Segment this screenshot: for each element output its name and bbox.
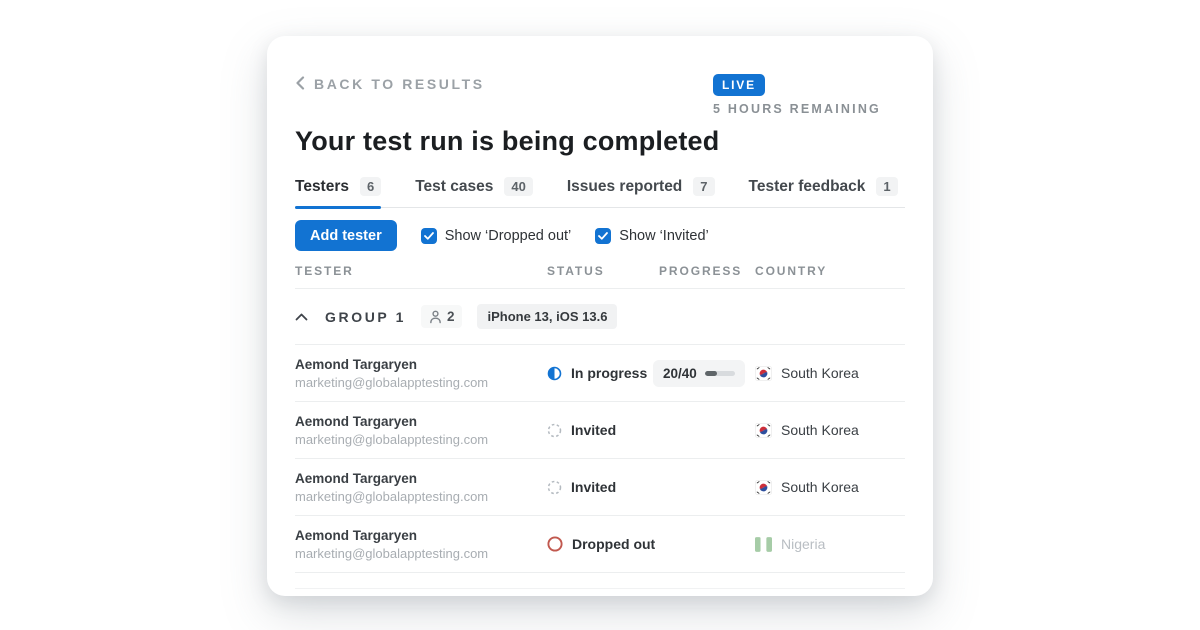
column-header-progress: PROGRESS (659, 264, 755, 278)
checkbox-checked-icon[interactable] (421, 228, 437, 244)
tab-label: Testers (295, 178, 349, 196)
in-progress-icon (547, 366, 562, 381)
status-label: Invited (571, 422, 616, 438)
table-row[interactable]: Aemond Targaryen marketing@globalapptest… (295, 516, 905, 573)
country-label: South Korea (781, 479, 859, 495)
progress-cell: 20/40 (659, 360, 755, 387)
country-cell: South Korea (755, 365, 905, 381)
tab-count-badge: 7 (693, 177, 714, 196)
country-cell: South Korea (755, 479, 905, 495)
tester-name: Aemond Targaryen (295, 471, 547, 486)
checkbox-label: Show ‘Dropped out’ (445, 228, 572, 244)
south-korea-flag-icon (755, 366, 772, 381)
filter-checkbox[interactable]: Show ‘Dropped out’ (421, 228, 572, 244)
tester-cell: Aemond Targaryen marketing@globalapptest… (295, 414, 547, 447)
filter-checkbox[interactable]: Show ‘Invited’ (595, 228, 708, 244)
status-label: In progress (571, 365, 647, 381)
tab-bar: Testers 6 Test cases 40 Issues reported … (295, 171, 905, 208)
live-badge: LIVE (713, 74, 765, 96)
tester-email: marketing@globalapptesting.com (295, 489, 547, 504)
live-status-block: LIVE 5 HOURS REMAINING (713, 74, 881, 116)
chevron-up-icon[interactable] (295, 313, 308, 321)
tester-cell: Aemond Targaryen marketing@globalapptest… (295, 471, 547, 504)
add-tester-button[interactable]: Add tester (295, 220, 397, 251)
tester-cell: Aemond Targaryen marketing@globalapptest… (295, 528, 547, 561)
progress-bar (705, 371, 735, 376)
nigeria-flag-icon (755, 537, 772, 552)
tab-count-badge: 1 (876, 177, 897, 196)
page-title: Your test run is being completed (295, 126, 905, 157)
country-label: South Korea (781, 365, 859, 381)
test-run-card: BACK TO RESULTS LIVE 5 HOURS REMAINING Y… (267, 36, 933, 596)
invited-icon (547, 423, 562, 438)
table-row[interactable]: Aemond Targaryen marketing@globalapptest… (295, 402, 905, 459)
card-header: BACK TO RESULTS LIVE 5 HOURS REMAINING (295, 72, 905, 96)
tester-email: marketing@globalapptesting.com (295, 432, 547, 447)
column-header-status: STATUS (547, 264, 659, 278)
tab-label: Tester feedback (749, 178, 866, 196)
tester-name: Aemond Targaryen (295, 414, 547, 429)
tab-label: Test cases (415, 178, 493, 196)
progress-value: 20/40 (663, 366, 697, 381)
progress-indicator: 20/40 (653, 360, 745, 387)
country-cell: South Korea (755, 422, 905, 438)
status-label: Invited (571, 479, 616, 495)
checkbox-label: Show ‘Invited’ (619, 228, 708, 244)
back-chevron-icon (295, 76, 305, 93)
status-cell: Dropped out (547, 536, 659, 552)
tab-count-badge: 6 (360, 177, 381, 196)
status-cell: Invited (547, 479, 659, 495)
table-row[interactable]: Aemond Targaryen marketing@globalapptest… (295, 345, 905, 402)
country-cell: Nigeria (755, 536, 905, 552)
column-header-tester: TESTER (295, 264, 547, 278)
group-header-row[interactable]: GROUP 1 2 iPhone 13, iOS 13.6 (295, 289, 905, 345)
country-label: Nigeria (781, 536, 825, 552)
tab-testers[interactable]: Testers 6 (295, 171, 381, 207)
invited-icon (547, 480, 562, 495)
checkbox-checked-icon[interactable] (595, 228, 611, 244)
status-cell: In progress (547, 365, 659, 381)
group-label: GROUP 1 (325, 309, 406, 325)
column-header-country: COUNTRY (755, 264, 905, 278)
time-remaining-label: 5 HOURS REMAINING (713, 102, 881, 116)
tab-label: Issues reported (567, 178, 682, 196)
dropped-out-icon (547, 536, 563, 552)
tab-tester-feedback[interactable]: Tester feedback 1 (749, 171, 898, 207)
tab-count-badge: 40 (504, 177, 532, 196)
tester-email: marketing@globalapptesting.com (295, 546, 547, 561)
group-count-value: 2 (447, 309, 455, 324)
status-label: Dropped out (572, 536, 655, 552)
partial-next-row (295, 573, 905, 589)
status-cell: Invited (547, 422, 659, 438)
south-korea-flag-icon (755, 423, 772, 438)
person-icon (429, 310, 442, 324)
back-to-results-link[interactable]: BACK TO RESULTS (295, 76, 485, 93)
device-pill: iPhone 13, iOS 13.6 (477, 304, 617, 329)
south-korea-flag-icon (755, 480, 772, 495)
tab-issues-reported[interactable]: Issues reported 7 (567, 171, 715, 207)
tester-email: marketing@globalapptesting.com (295, 375, 547, 390)
back-link-label: BACK TO RESULTS (314, 76, 485, 92)
table-column-headers: TESTER STATUS PROGRESS COUNTRY (295, 264, 905, 289)
tester-name: Aemond Targaryen (295, 528, 547, 543)
table-row[interactable]: Aemond Targaryen marketing@globalapptest… (295, 459, 905, 516)
tab-test-cases[interactable]: Test cases 40 (415, 171, 533, 207)
country-label: South Korea (781, 422, 859, 438)
tester-name: Aemond Targaryen (295, 357, 547, 372)
group-tester-count: 2 (421, 305, 463, 328)
controls-row: Add tester Show ‘Dropped out’ Show ‘Invi… (295, 220, 905, 251)
tester-cell: Aemond Targaryen marketing@globalapptest… (295, 357, 547, 390)
